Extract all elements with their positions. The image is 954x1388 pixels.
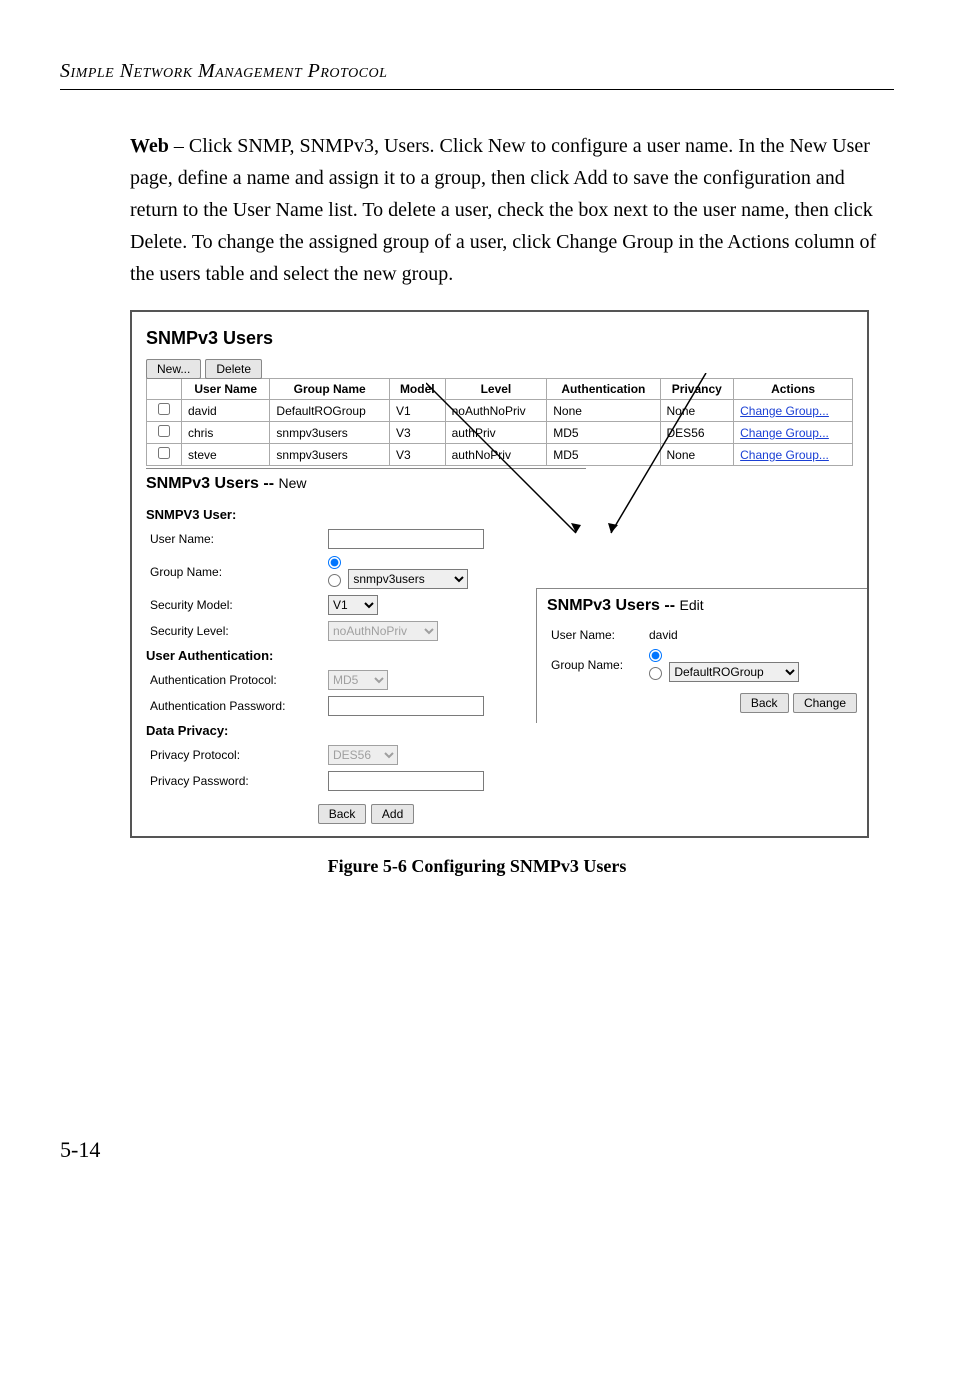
col-auth: Authentication xyxy=(547,379,660,400)
group-name-radio-select[interactable] xyxy=(328,574,341,587)
change-group-link[interactable]: Change Group... xyxy=(740,426,829,440)
auth-proto-label: Authentication Protocol: xyxy=(146,667,324,693)
cell-group: snmpv3users xyxy=(270,422,390,444)
delete-button[interactable]: Delete xyxy=(205,359,262,379)
running-head: Simple Network Management Protocol xyxy=(60,60,894,83)
figure-title: SNMPv3 Users xyxy=(146,328,853,349)
group-name-select[interactable]: snmpv3users xyxy=(348,569,468,589)
edit-back-button[interactable]: Back xyxy=(740,693,789,713)
new-panel-title: SNMPv3 Users -- New xyxy=(146,475,586,493)
security-model-label: Security Model: xyxy=(146,592,324,618)
priv-pass-input[interactable] xyxy=(328,771,484,791)
cell-auth: MD5 xyxy=(547,422,660,444)
user-name-input[interactable] xyxy=(328,529,484,549)
cell-priv: DES56 xyxy=(660,422,734,444)
edit-user-name-label: User Name: xyxy=(547,625,645,645)
security-level-select[interactable]: noAuthNoPriv xyxy=(328,621,438,641)
back-button[interactable]: Back xyxy=(318,804,367,824)
col-groupname: Group Name xyxy=(270,379,390,400)
col-priv: Privancy xyxy=(660,379,734,400)
body-paragraph: Web – Click SNMP, SNMPv3, Users. Click N… xyxy=(130,130,894,290)
row-checkbox[interactable] xyxy=(158,447,170,459)
col-username: User Name xyxy=(182,379,270,400)
edit-group-radio-select[interactable] xyxy=(649,667,662,680)
security-level-label: Security Level: xyxy=(146,618,324,644)
group-name-radio-blank[interactable] xyxy=(328,556,341,569)
cell-user: chris xyxy=(182,422,270,444)
row-checkbox[interactable] xyxy=(158,403,170,415)
change-group-link[interactable]: Change Group... xyxy=(740,448,829,462)
cell-priv: None xyxy=(660,444,734,466)
table-header-row: User Name Group Name Model Level Authent… xyxy=(147,379,853,400)
section-data-privacy: Data Privacy: xyxy=(146,723,586,738)
auth-pass-label: Authentication Password: xyxy=(146,693,324,719)
users-table: User Name Group Name Model Level Authent… xyxy=(146,378,853,466)
table-row: steve snmpv3users V3 authNoPriv MD5 None… xyxy=(147,444,853,466)
auth-proto-select[interactable]: MD5 xyxy=(328,670,388,690)
cell-group: snmpv3users xyxy=(270,444,390,466)
priv-proto-select[interactable]: DES56 xyxy=(328,745,398,765)
cell-model: V3 xyxy=(389,444,445,466)
cell-user: steve xyxy=(182,444,270,466)
col-actions: Actions xyxy=(734,379,853,400)
cell-auth: None xyxy=(547,400,660,422)
cell-level: authPriv xyxy=(445,422,547,444)
table-row: chris snmpv3users V3 authPriv MD5 DES56 … xyxy=(147,422,853,444)
priv-pass-label: Privacy Password: xyxy=(146,768,324,794)
figure-caption: Figure 5-6 Configuring SNMPv3 Users xyxy=(60,856,894,877)
body-lead: Web xyxy=(130,135,169,157)
user-name-label: User Name: xyxy=(146,526,324,552)
security-model-select[interactable]: V1 xyxy=(328,595,378,615)
edit-change-button[interactable]: Change xyxy=(793,693,857,713)
new-user-panel: SNMPv3 Users -- New SNMPV3 User: User Na… xyxy=(146,468,586,824)
cell-model: V3 xyxy=(389,422,445,444)
cell-level: noAuthNoPriv xyxy=(445,400,547,422)
figure-screenshot: SNMPv3 Users New... Delete User Name Gro… xyxy=(130,310,869,838)
cell-model: V1 xyxy=(389,400,445,422)
cell-group: DefaultROGroup xyxy=(270,400,390,422)
edit-panel-title: SNMPv3 Users -- Edit xyxy=(547,597,857,615)
cell-level: authNoPriv xyxy=(445,444,547,466)
edit-group-radio-blank[interactable] xyxy=(649,649,662,662)
auth-pass-input[interactable] xyxy=(328,696,484,716)
priv-proto-label: Privacy Protocol: xyxy=(146,742,324,768)
cell-user: david xyxy=(182,400,270,422)
edit-user-name-value: david xyxy=(645,625,857,645)
body-rest: – Click SNMP, SNMPv3, Users. Click New t… xyxy=(130,135,876,285)
change-group-link[interactable]: Change Group... xyxy=(740,404,829,418)
table-row: david DefaultROGroup V1 noAuthNoPriv Non… xyxy=(147,400,853,422)
page-number: 5-14 xyxy=(60,1137,894,1163)
col-model: Model xyxy=(389,379,445,400)
new-button[interactable]: New... xyxy=(146,359,201,379)
row-checkbox[interactable] xyxy=(158,425,170,437)
edit-group-select[interactable]: DefaultROGroup xyxy=(669,662,799,682)
col-level: Level xyxy=(445,379,547,400)
col-checkbox xyxy=(147,379,182,400)
section-user-auth: User Authentication: xyxy=(146,648,586,663)
edit-group-name-label: Group Name: xyxy=(547,645,645,685)
section-snmpv3-user: SNMPV3 User: xyxy=(146,507,586,522)
header-rule xyxy=(60,89,894,90)
cell-priv: None xyxy=(660,400,734,422)
add-button[interactable]: Add xyxy=(371,804,414,824)
group-name-label: Group Name: xyxy=(146,552,324,592)
cell-auth: MD5 xyxy=(547,444,660,466)
edit-user-panel: SNMPv3 Users -- Edit User Name: david Gr… xyxy=(536,588,867,723)
